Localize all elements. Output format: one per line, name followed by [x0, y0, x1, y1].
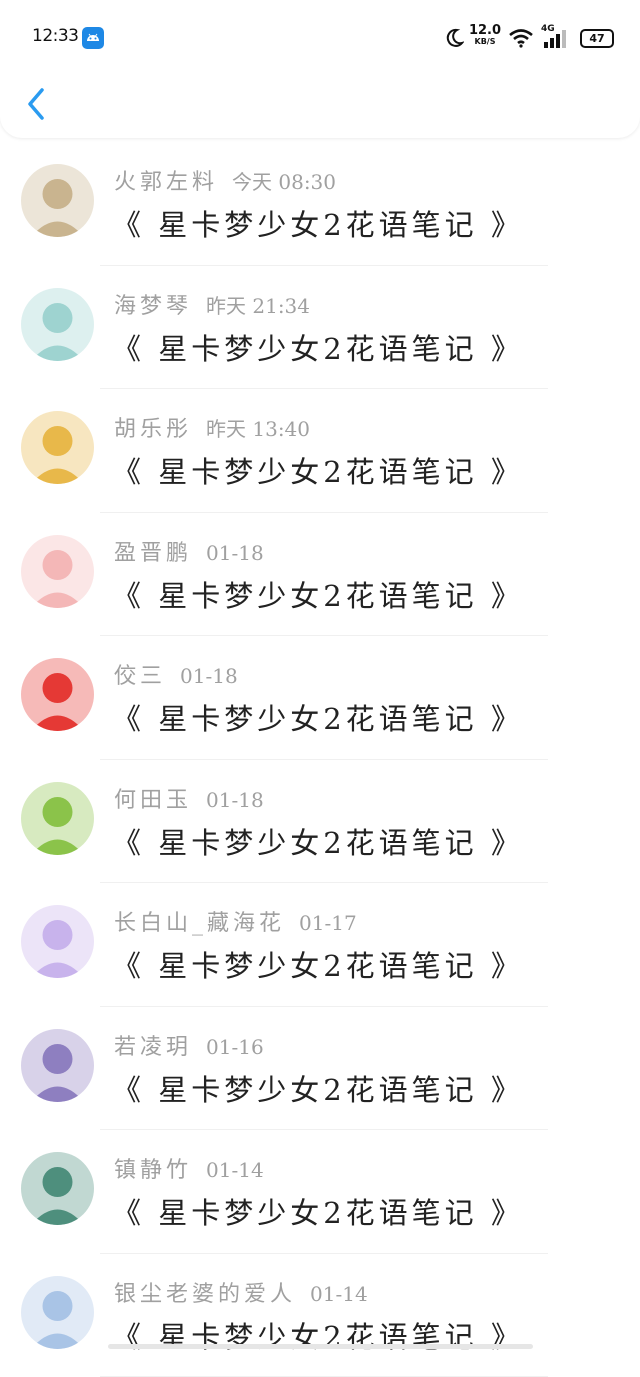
back-button[interactable] — [20, 84, 54, 124]
message-meta: 火郭左料今天 08:30 — [114, 164, 336, 196]
sender-name: 胡乐彤 — [114, 417, 192, 442]
chevron-left-icon — [20, 84, 54, 124]
list-item[interactable]: 佼三 01-18 《 星卡梦少女2花语笔记 》 — [0, 636, 640, 760]
net-speed-value: 12.0 — [468, 24, 502, 37]
sender-name: 镇静竹 — [114, 1158, 192, 1183]
list-item[interactable]: 火郭左料今天 08:30 《 星卡梦少女2花语笔记 》 — [0, 142, 640, 266]
avatar[interactable] — [21, 905, 94, 978]
message-meta: 镇静竹 01-14 — [114, 1152, 264, 1184]
message-date: 01-18 — [180, 664, 238, 688]
message-meta: 何田玉 01-18 — [114, 782, 264, 814]
sender-name: 长白山_藏海花 — [114, 911, 285, 936]
message-date: 01-18 — [206, 788, 264, 812]
wifi-icon — [508, 28, 534, 48]
sender-name: 银尘老婆的爱人 — [114, 1282, 296, 1307]
avatar[interactable] — [21, 1029, 94, 1102]
message-title[interactable]: 《 星卡梦少女2花语笔记 》 — [112, 573, 524, 615]
avatar[interactable] — [21, 658, 94, 731]
message-title[interactable]: 《 星卡梦少女2花语笔记 》 — [112, 202, 524, 244]
message-title[interactable]: 《 星卡梦少女2花语笔记 》 — [112, 696, 524, 738]
message-date: 01-14 — [310, 1282, 368, 1306]
list-item[interactable]: 银尘老婆的爱人 01-14 《 星卡梦少女2花语笔记 》 — [0, 1254, 640, 1377]
battery-icon: 47 — [580, 29, 614, 48]
net-speed-unit: KB/S — [468, 38, 502, 46]
message-meta: 盈晋鹏 01-18 — [114, 535, 264, 567]
scrollbar[interactable] — [108, 1344, 533, 1349]
message-meta: 胡乐彤昨天 13:40 — [114, 411, 310, 443]
message-date: 今天 08:30 — [232, 170, 336, 194]
status-time: 12:33 — [32, 26, 79, 46]
sender-name: 佼三 — [114, 664, 166, 689]
message-title[interactable]: 《 星卡梦少女2花语笔记 》 — [112, 1067, 524, 1109]
list-item[interactable]: 何田玉 01-18 《 星卡梦少女2花语笔记 》 — [0, 760, 640, 884]
message-date: 01-17 — [299, 911, 357, 935]
avatar[interactable] — [21, 782, 94, 855]
signal-icon — [542, 26, 570, 50]
list-item[interactable]: 盈晋鹏 01-18 《 星卡梦少女2花语笔记 》 — [0, 513, 640, 637]
message-date: 昨天 21:34 — [206, 294, 310, 318]
list-item[interactable]: 长白山_藏海花 01-17 《 星卡梦少女2花语笔记 》 — [0, 883, 640, 1007]
list-item[interactable]: 镇静竹 01-14 《 星卡梦少女2花语笔记 》 — [0, 1130, 640, 1254]
sender-name: 火郭左料 — [114, 170, 218, 195]
sender-name: 海梦琴 — [114, 294, 192, 319]
message-meta: 海梦琴昨天 21:34 — [114, 288, 310, 320]
avatar[interactable] — [21, 411, 94, 484]
android-app-icon — [82, 27, 104, 49]
message-title[interactable]: 《 星卡梦少女2花语笔记 》 — [112, 1314, 524, 1356]
message-title[interactable]: 《 星卡梦少女2花语笔记 》 — [112, 449, 524, 491]
list-item[interactable]: 若凌玥 01-16 《 星卡梦少女2花语笔记 》 — [0, 1007, 640, 1131]
avatar[interactable] — [21, 288, 94, 361]
message-date: 01-16 — [206, 1035, 264, 1059]
avatar[interactable] — [21, 164, 94, 237]
message-title[interactable]: 《 星卡梦少女2花语笔记 》 — [112, 820, 524, 862]
message-date: 01-14 — [206, 1158, 264, 1182]
message-meta: 佼三 01-18 — [114, 658, 238, 690]
list-item[interactable]: 胡乐彤昨天 13:40 《 星卡梦少女2花语笔记 》 — [0, 389, 640, 513]
message-list: 火郭左料今天 08:30《 星卡梦少女2花语笔记 》海梦琴昨天 21:34《 星… — [0, 142, 640, 1377]
message-title[interactable]: 《 星卡梦少女2花语笔记 》 — [112, 943, 524, 985]
moon-icon — [444, 28, 464, 48]
sender-name: 盈晋鹏 — [114, 541, 192, 566]
message-title[interactable]: 《 星卡梦少女2花语笔记 》 — [112, 326, 524, 368]
message-meta: 长白山_藏海花 01-17 — [114, 905, 357, 937]
sender-name: 若凌玥 — [114, 1035, 192, 1060]
message-date: 01-18 — [206, 541, 264, 565]
net-speed: 12.0 KB/S — [468, 24, 502, 46]
message-meta: 若凌玥 01-16 — [114, 1029, 264, 1061]
message-date: 昨天 13:40 — [206, 417, 310, 441]
status-bar: 12:33 12.0 KB/S 4G 47 — [0, 0, 640, 72]
message-title[interactable]: 《 星卡梦少女2花语笔记 》 — [112, 1190, 524, 1232]
message-meta: 银尘老婆的爱人 01-14 — [114, 1276, 368, 1308]
avatar[interactable] — [21, 1152, 94, 1225]
avatar[interactable] — [21, 535, 94, 608]
sender-name: 何田玉 — [114, 788, 192, 813]
list-item[interactable]: 海梦琴昨天 21:34 《 星卡梦少女2花语笔记 》 — [0, 266, 640, 390]
avatar[interactable] — [21, 1276, 94, 1349]
